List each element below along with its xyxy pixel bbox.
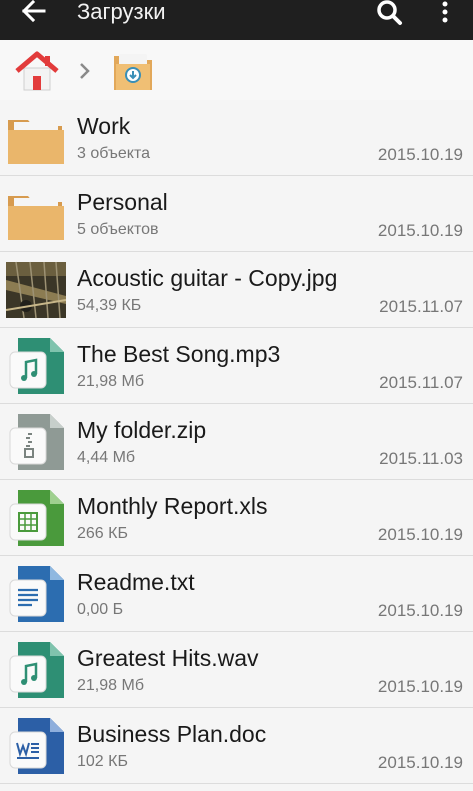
word-file-icon [6,716,66,776]
file-list: Work 3 объекта 2015.10.19 Personal 5 объ… [0,100,473,784]
file-date: 2015.11.07 [379,373,463,392]
file-meta: 5 объектов [77,221,159,238]
search-icon[interactable] [370,0,410,34]
file-meta: 54,39 КБ [77,297,142,314]
list-item[interactable]: Work 3 объекта 2015.10.19 [0,100,473,176]
file-date: 2015.11.07 [379,297,463,316]
folder-icon [6,108,66,168]
file-meta: 102 КБ [77,753,128,770]
more-options-icon[interactable] [430,0,460,36]
downloads-folder-icon[interactable] [110,48,156,94]
file-date: 2015.11.03 [379,449,463,468]
list-item[interactable]: Acoustic guitar - Copy.jpg 54,39 КБ 2015… [0,252,473,328]
page-title: Загрузки [77,0,166,24]
file-meta: 266 КБ [77,525,128,542]
image-thumbnail [5,260,67,320]
file-name: Greatest Hits.wav [77,645,259,671]
file-name: Monthly Report.xls [77,493,268,519]
file-meta: 0,00 Б [77,601,124,618]
app-bar: Загрузки [0,0,473,40]
file-name: Work [77,113,131,139]
file-date: 2015.10.19 [377,145,463,164]
spreadsheet-file-icon [6,488,66,548]
text-file-icon [6,564,66,624]
list-item[interactable]: Readme.txt 0,00 Б 2015.10.19 [0,556,473,632]
file-name: The Best Song.mp3 [77,341,281,367]
list-item[interactable]: Monthly Report.xls 266 КБ 2015.10.19 [0,480,473,556]
file-meta: 3 объекта [77,145,150,162]
zip-file-icon [6,412,66,472]
file-date: 2015.10.19 [377,601,463,620]
breadcrumb [0,40,473,101]
list-item[interactable]: The Best Song.mp3 21,98 Мб 2015.11.07 [0,328,473,404]
music-file-icon [6,640,66,700]
chevron-right-icon [77,60,93,82]
music-file-icon [6,336,66,396]
list-item[interactable]: Personal 5 объектов 2015.10.19 [0,176,473,252]
list-item[interactable]: My folder.zip 4,44 Мб 2015.11.03 [0,404,473,480]
home-icon[interactable] [14,50,60,92]
file-date: 2015.10.19 [377,525,463,544]
file-name: Personal [77,189,168,215]
file-date: 2015.10.19 [377,221,463,240]
file-meta: 4,44 Мб [77,449,136,466]
file-name: Readme.txt [77,569,195,595]
file-meta: 21,98 Мб [77,677,144,694]
back-arrow-icon[interactable] [14,0,54,40]
list-item[interactable]: Greatest Hits.wav 21,98 Мб 2015.10.19 [0,632,473,708]
file-name: Business Plan.doc [77,721,267,747]
file-date: 2015.10.19 [377,677,463,696]
file-name: My folder.zip [77,417,207,443]
file-meta: 21,98 Мб [77,373,144,390]
file-date: 2015.10.19 [377,753,463,772]
folder-icon [6,184,66,244]
file-name: Acoustic guitar - Copy.jpg [77,265,338,291]
list-item[interactable]: Business Plan.doc 102 КБ 2015.10.19 [0,708,473,784]
